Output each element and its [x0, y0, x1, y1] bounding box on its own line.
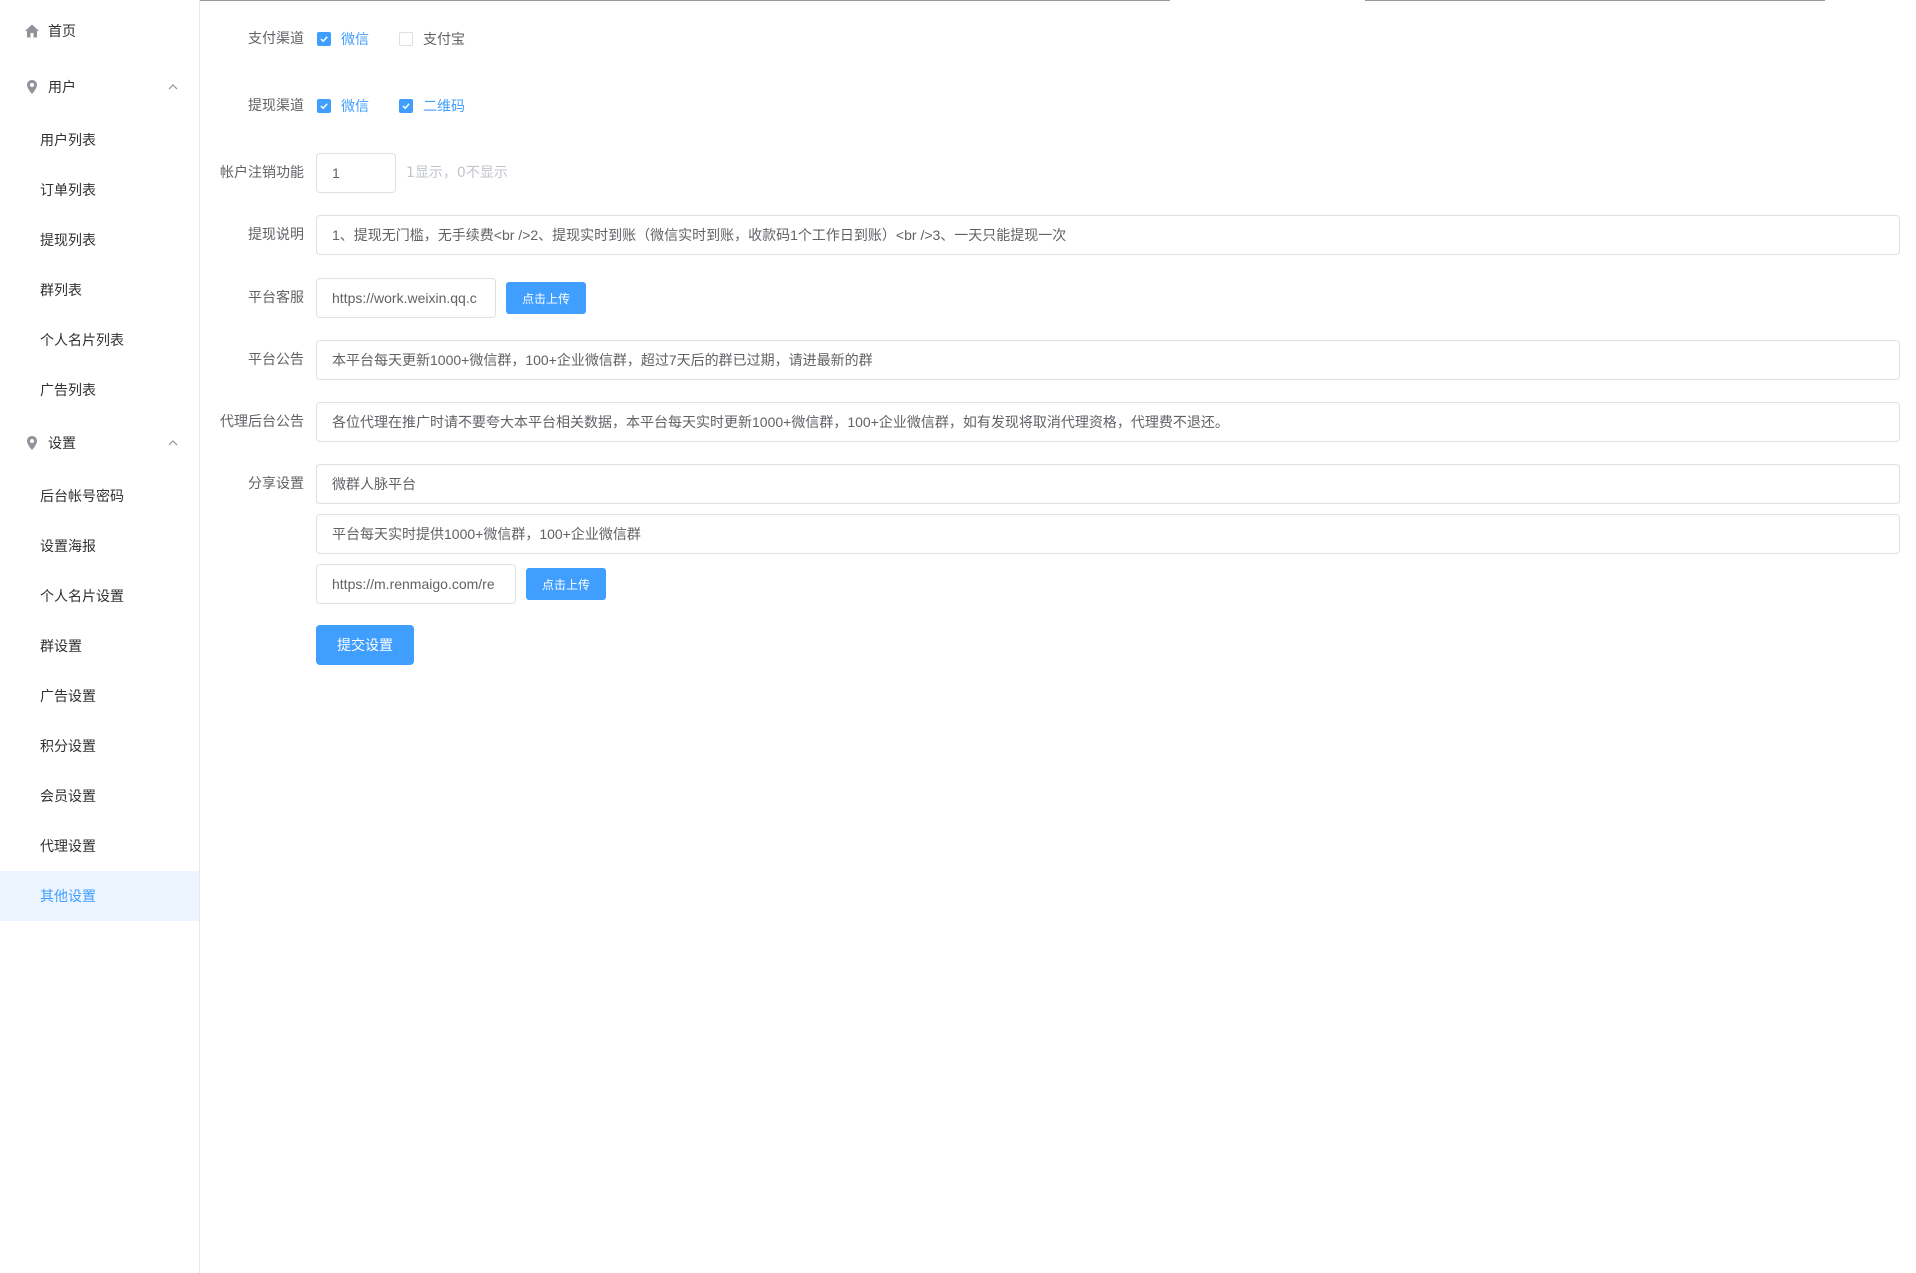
location-icon [24, 435, 40, 451]
sidebar-item-label: 广告设置 [40, 689, 96, 705]
sidebar-item-home[interactable]: 首页 [0, 11, 199, 51]
sidebar-item-user-list[interactable]: 用户列表 [0, 115, 199, 165]
submit-settings-button[interactable]: 提交设置 [316, 625, 414, 665]
sidebar-item-card-settings[interactable]: 个人名片设置 [0, 571, 199, 621]
checkbox-box [399, 32, 413, 46]
checkbox-label: 二维码 [423, 99, 465, 115]
sidebar-item-label: 广告列表 [40, 383, 96, 399]
sidebar-item-label: 设置海报 [40, 539, 96, 555]
checkbox-label: 微信 [341, 99, 369, 115]
sidebar-item-admin-password[interactable]: 后台帐号密码 [0, 471, 199, 521]
customer-service-input[interactable]: https://work.weixin.qq.c [316, 278, 496, 318]
sidebar-item-label: 代理设置 [40, 839, 96, 855]
account-cancel-input[interactable]: 1 [316, 153, 396, 193]
sidebar-item-label: 群列表 [40, 283, 82, 299]
sidebar-item-label: 订单列表 [40, 183, 96, 199]
sidebar-item-group-list[interactable]: 群列表 [0, 265, 199, 315]
pay-alipay-checkbox[interactable]: 支付宝 [399, 29, 465, 49]
sidebar-item-label: 提现列表 [40, 233, 96, 249]
sidebar-item-ad-list[interactable]: 广告列表 [0, 365, 199, 415]
sidebar-item-label: 会员设置 [40, 789, 96, 805]
sidebar-item-label: 个人名片设置 [40, 589, 124, 605]
share-title-input[interactable]: 微群人脉平台 [316, 464, 1900, 504]
home-icon [24, 23, 40, 39]
share-settings-label: 分享设置 [248, 476, 304, 492]
account-cancel-hint: 1显示，0不显示 [406, 165, 508, 181]
sidebar-group-label: 用户 [48, 80, 76, 96]
withdraw-desc-label: 提现说明 [248, 227, 304, 243]
sidebar-item-group-settings[interactable]: 群设置 [0, 621, 199, 671]
withdraw-desc-input[interactable]: 1、提现无门槛，无手续费<br />2、提现实时到账（微信实时到账，收款码1个工… [316, 215, 1900, 255]
sidebar-item-label: 个人名片列表 [40, 333, 124, 349]
withdraw-qrcode-checkbox[interactable]: 二维码 [399, 96, 465, 116]
checkbox-label: 微信 [341, 32, 369, 48]
top-edge-line [1365, 0, 1825, 1]
checkbox-label: 支付宝 [423, 32, 465, 48]
sidebar-item-member-settings[interactable]: 会员设置 [0, 771, 199, 821]
sidebar-item-agent-settings[interactable]: 代理设置 [0, 821, 199, 871]
sidebar-item-withdraw-list[interactable]: 提现列表 [0, 215, 199, 265]
agent-notice-input[interactable]: 各位代理在推广时请不要夸大本平台相关数据，本平台每天实时更新1000+微信群，1… [316, 402, 1900, 442]
sidebar-item-ad-settings[interactable]: 广告设置 [0, 671, 199, 721]
checkbox-box [317, 32, 331, 46]
customer-service-upload-button[interactable]: 点击上传 [506, 282, 586, 314]
customer-service-label: 平台客服 [248, 290, 304, 306]
sidebar-item-poster-settings[interactable]: 设置海报 [0, 521, 199, 571]
sidebar-item-label: 后台帐号密码 [40, 489, 124, 505]
withdraw-wechat-checkbox[interactable]: 微信 [317, 96, 369, 116]
top-edge-line [200, 0, 1170, 1]
share-desc-input[interactable]: 平台每天实时提供1000+微信群，100+企业微信群 [316, 514, 1900, 554]
sidebar-group-label: 设置 [48, 436, 76, 452]
checkbox-box [399, 99, 413, 113]
pay-channel-label: 支付渠道 [248, 31, 304, 47]
sidebar-item-other-settings[interactable]: 其他设置 [0, 871, 199, 921]
app: 首页 用户 用户列表 订单列表 提现列表 群列表 个人名片列表 广告列表 设置 … [0, 0, 1916, 1273]
agent-notice-label: 代理后台公告 [220, 414, 304, 430]
account-cancel-label: 帐户注销功能 [220, 165, 304, 181]
sidebar-item-order-list[interactable]: 订单列表 [0, 165, 199, 215]
sidebar-item-label: 首页 [48, 24, 76, 40]
location-icon [24, 79, 40, 95]
sidebar-item-points-settings[interactable]: 积分设置 [0, 721, 199, 771]
withdraw-channel-label: 提现渠道 [248, 98, 304, 114]
share-image-input[interactable]: https://m.renmaigo.com/re [316, 564, 516, 604]
checkbox-box [317, 99, 331, 113]
sidebar-item-label: 用户列表 [40, 133, 96, 149]
sidebar-item-label: 其他设置 [40, 889, 96, 905]
platform-notice-input[interactable]: 本平台每天更新1000+微信群，100+企业微信群，超过7天后的群已过期，请进最… [316, 340, 1900, 380]
platform-notice-label: 平台公告 [248, 352, 304, 368]
sidebar-item-label: 群设置 [40, 639, 82, 655]
sidebar: 首页 用户 用户列表 订单列表 提现列表 群列表 个人名片列表 广告列表 设置 … [0, 0, 200, 1273]
chevron-up-icon [168, 440, 178, 446]
sidebar-group-users[interactable]: 用户 [0, 67, 199, 107]
sidebar-item-card-list[interactable]: 个人名片列表 [0, 315, 199, 365]
share-image-upload-button[interactable]: 点击上传 [526, 568, 606, 600]
chevron-up-icon [168, 84, 178, 90]
sidebar-item-label: 积分设置 [40, 739, 96, 755]
sidebar-group-settings[interactable]: 设置 [0, 423, 199, 463]
pay-wechat-checkbox[interactable]: 微信 [317, 29, 369, 49]
